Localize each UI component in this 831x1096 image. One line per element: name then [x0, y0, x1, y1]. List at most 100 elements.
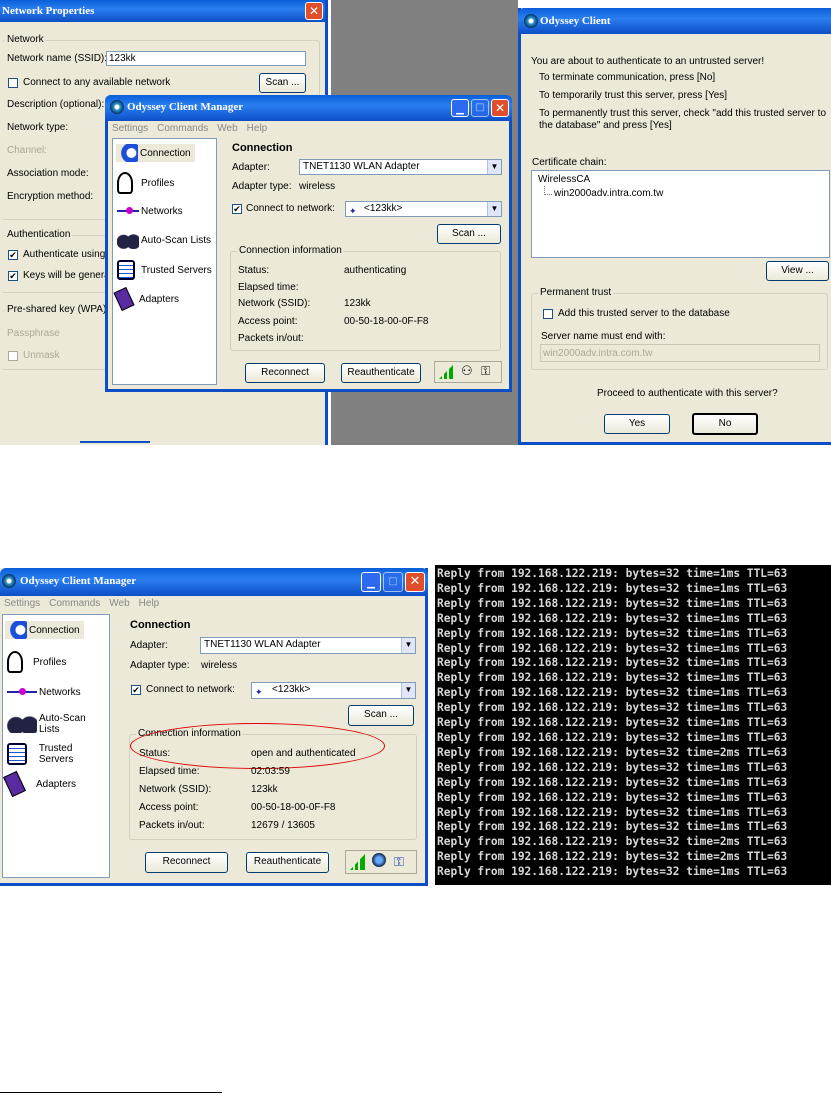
- menu-help[interactable]: Help: [247, 123, 268, 134]
- net-props-scan-button[interactable]: Scan ...: [259, 73, 306, 93]
- yes-button[interactable]: Yes: [604, 414, 670, 434]
- reauthenticate-button[interactable]: Reauthenticate: [341, 363, 421, 383]
- menu-web[interactable]: Web: [109, 598, 129, 609]
- sidebar-label: Trusted Servers: [38, 743, 74, 765]
- auth-using-checkbox[interactable]: ✔: [8, 250, 18, 260]
- menu-settings[interactable]: Settings: [112, 123, 148, 134]
- unmask-checkbox[interactable]: [8, 351, 18, 361]
- binoculars-icon: [117, 231, 139, 249]
- sidebar-item-trusted-servers[interactable]: Trusted Servers: [117, 260, 212, 280]
- sidebar-item-profiles[interactable]: Profiles: [7, 651, 66, 673]
- sidebar-item-connection[interactable]: Connection: [116, 144, 195, 162]
- connect-any-checkbox[interactable]: [8, 78, 18, 88]
- cert-child-item[interactable]: win2000adv.intra.com.tw: [554, 188, 663, 199]
- menu-help[interactable]: Help: [139, 598, 160, 609]
- chevron-down-icon[interactable]: ▼: [487, 202, 501, 216]
- sidebar-item-profiles[interactable]: Profiles: [117, 172, 174, 194]
- globe-user-icon: [372, 853, 386, 867]
- sidebar-label: Adapters: [139, 293, 180, 305]
- keys-generated-checkbox[interactable]: ✔: [8, 271, 18, 281]
- connection-heading: Connection: [130, 619, 191, 631]
- sidebar-item-connection[interactable]: Connection: [5, 621, 84, 639]
- no-button[interactable]: No: [692, 413, 758, 435]
- maximize-button[interactable]: □: [383, 572, 403, 592]
- maximize-button[interactable]: □: [471, 99, 489, 117]
- adapter-label: Adapter:: [130, 640, 168, 651]
- adapter-label: Adapter:: [232, 162, 270, 173]
- net-props-titlebar[interactable]: Network Properties: [0, 0, 325, 22]
- ocm-top-scan-button[interactable]: Scan ...: [437, 224, 501, 244]
- close-icon[interactable]: ✕: [305, 2, 323, 20]
- menu-commands[interactable]: Commands: [49, 598, 100, 609]
- connect-network-label: Connect to network:: [246, 203, 335, 214]
- key-icon: ⚿: [394, 854, 404, 869]
- sidebar-item-adapters[interactable]: Adapters: [3, 770, 76, 798]
- name-end-field[interactable]: win2000adv.intra.com.tw: [540, 344, 820, 362]
- menu-web[interactable]: Web: [217, 123, 237, 134]
- sidebar-item-adapters[interactable]: Adapters: [113, 286, 180, 312]
- reconnect-button[interactable]: Reconnect: [145, 852, 228, 873]
- ssid-label: Network (SSID):: [238, 298, 311, 309]
- auth-using-label: Authenticate using p: [23, 249, 114, 260]
- adapter-value: TNET1130 WLAN Adapter: [303, 161, 420, 172]
- sidebar-label: Networks: [141, 205, 183, 217]
- close-icon[interactable]: ✕: [491, 99, 509, 117]
- footnote-rule: [0, 1092, 222, 1093]
- permanent-trust-title: Permanent trust: [538, 287, 614, 298]
- reconnect-button[interactable]: Reconnect: [245, 363, 325, 383]
- elapsed-label: Elapsed time:: [139, 766, 200, 777]
- connect-network-checkbox[interactable]: ✔: [131, 685, 141, 695]
- menu-settings[interactable]: Settings: [4, 598, 40, 609]
- ssid-input[interactable]: 123kk: [106, 51, 306, 66]
- ap-value: 00-50-18-00-0F-F8: [251, 802, 336, 813]
- connect-network-label: Connect to network:: [146, 684, 235, 695]
- sidebar-label: Auto-Scan Lists: [38, 713, 86, 735]
- cert-chain-tree[interactable]: WirelessCA win2000adv.intra.com.tw: [531, 170, 830, 258]
- ssid-value: 123kk: [251, 784, 278, 795]
- terminal-line: Reply from 192.168.122.219: bytes=32 tim…: [437, 865, 788, 879]
- add-trusted-checkbox[interactable]: [543, 309, 553, 319]
- sidebar-item-networks[interactable]: Networks: [117, 202, 183, 220]
- network-select[interactable]: ✦ <123kk> ▼: [345, 201, 502, 217]
- chevron-down-icon[interactable]: ▼: [401, 638, 415, 653]
- adapter-type-label: Adapter type:: [232, 181, 292, 192]
- ocm-bottom-title: Odyssey Client Manager: [20, 575, 137, 587]
- ocm-bottom-scan-button[interactable]: Scan ...: [348, 705, 414, 726]
- trust-titlebar[interactable]: Odyssey Client: [518, 8, 831, 34]
- adapter-select[interactable]: TNET1130 WLAN Adapter ▼: [299, 159, 502, 175]
- warning-line-4b: the database" and press [Yes]: [539, 120, 672, 131]
- encryption-label: Encryption method:: [7, 191, 94, 202]
- sidebar-item-networks[interactable]: Networks: [7, 683, 81, 701]
- reauthenticate-button[interactable]: Reauthenticate: [246, 852, 329, 873]
- view-button[interactable]: View ...: [766, 261, 829, 281]
- odyssey-logo-icon: [2, 574, 16, 588]
- sidebar-item-auto-scan[interactable]: Auto-Scan Lists: [117, 231, 211, 249]
- networks-icon: [117, 202, 139, 220]
- cert-root-item[interactable]: WirelessCA: [538, 174, 590, 185]
- minimize-button[interactable]: ▁: [361, 572, 381, 592]
- adapter-select[interactable]: TNET1130 WLAN Adapter ▼: [200, 637, 416, 654]
- close-icon[interactable]: ✕: [405, 572, 425, 592]
- chevron-down-icon[interactable]: ▼: [487, 160, 501, 174]
- sidebar-item-auto-scan[interactable]: Auto-Scan Lists: [7, 713, 109, 735]
- terminal-line: Reply from 192.168.122.219: bytes=32 tim…: [437, 626, 788, 640]
- sidebar-item-trusted-servers[interactable]: Trusted Servers: [7, 743, 109, 765]
- network-select[interactable]: ✦ <123kk> ▼: [251, 682, 416, 699]
- chevron-down-icon[interactable]: ▼: [401, 683, 415, 698]
- connection-icon: [5, 621, 27, 639]
- terminal-line: Reply from 192.168.122.219: bytes=32 tim…: [437, 820, 788, 834]
- ocm-top-menubar: Settings Commands Web Help: [112, 123, 276, 134]
- warning-line-4a: To permanently trust this server, check …: [539, 108, 827, 119]
- terminal-line: Reply from 192.168.122.219: bytes=32 tim…: [437, 596, 788, 610]
- elapsed-label: Elapsed time:: [238, 282, 299, 293]
- network-value: <123kk>: [364, 203, 403, 214]
- connect-network-checkbox[interactable]: ✔: [232, 204, 242, 214]
- menu-commands[interactable]: Commands: [157, 123, 208, 134]
- status-value: authenticating: [344, 265, 407, 276]
- minimize-button[interactable]: ▁: [451, 99, 469, 117]
- key-icon: ⚿: [481, 364, 491, 378]
- ocm-top-sidebar: Connection Profiles Networks Auto-Scan L…: [112, 138, 217, 385]
- ssid-value: 123kk: [344, 298, 371, 309]
- sidebar-label: Networks: [39, 686, 81, 698]
- binoculars-icon: [7, 715, 37, 733]
